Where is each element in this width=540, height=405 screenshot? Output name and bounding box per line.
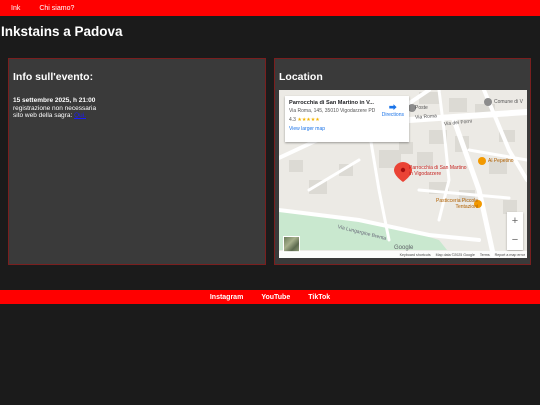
poi-comune[interactable]: Comune di V [494, 99, 523, 105]
info-card: Info sull'evento: 15 settembre 2025, h 2… [8, 58, 266, 265]
map-data-text: Map data ©2025 Google [435, 252, 475, 257]
nav-link-chi-siamo[interactable]: Chi siamo? [39, 5, 74, 12]
keyboard-shortcuts-link[interactable]: Keyboard shortcuts [400, 253, 431, 257]
poi-poste[interactable]: Poste [415, 105, 428, 111]
zoom-out-button[interactable]: − [507, 231, 523, 250]
poi-pasticceria[interactable]: Pasticceria Piccole Tentazioni [434, 198, 478, 210]
map-attribution: Keyboard shortcuts Map data ©2025 Google… [279, 251, 527, 258]
poi-al-pepetino[interactable]: Al Pepetino [488, 158, 514, 164]
event-date: 15 settembre 2025, h 21:00 [13, 97, 96, 104]
report-error-link[interactable]: Report a map error [495, 253, 525, 257]
footer: Instagram YouTube TikTok [0, 290, 540, 304]
directions-label: Directions [381, 112, 404, 118]
nav-link-ink[interactable]: Ink [11, 5, 20, 12]
place-address: Via Roma, 145, 35010 Vigodarzere PD [289, 108, 376, 114]
zoom-controls: + − [507, 212, 523, 250]
footer-link-instagram[interactable]: Instagram [210, 294, 243, 301]
footer-link-tiktok[interactable]: TikTok [308, 294, 330, 301]
top-nav: Ink Chi siamo? [0, 0, 540, 16]
page-title: Inkstains a Padova [1, 24, 123, 39]
pin-label: Parrocchia di San Martino in Vigodarzere [409, 165, 467, 177]
footer-link-youtube[interactable]: YouTube [261, 294, 290, 301]
website-link[interactable]: Qui. [74, 112, 86, 119]
directions-button[interactable]: ⮕ Directions [381, 103, 404, 119]
terms-link[interactable]: Terms [480, 253, 490, 257]
registration-note: registrazione non necessaria [13, 104, 97, 112]
website-prefix: sito web della sagra: [13, 112, 73, 120]
star-rating-icon: ★★★★★ [297, 116, 320, 123]
info-heading: Info sull'evento: [13, 71, 94, 83]
directions-icon: ⮕ [388, 103, 397, 112]
place-info-card: Parrocchia di San Martino in V... Via Ro… [285, 96, 409, 142]
info-body: 15 settembre 2025, h 21:00 registrazione… [13, 97, 96, 120]
zoom-in-button[interactable]: + [507, 212, 523, 231]
rating-value: 4.3 [289, 116, 296, 123]
website-line: sito web della sagra: Qui. [13, 112, 96, 120]
location-card: Location Parrocchia di San Martino in Vi… [274, 58, 531, 265]
embedded-map[interactable]: Parrocchia di San Martino in Vigodarzere… [279, 90, 527, 258]
location-heading: Location [279, 71, 323, 83]
place-name: Parrocchia di San Martino in V... [289, 100, 374, 106]
view-larger-map-link[interactable]: View larger map [289, 126, 405, 132]
